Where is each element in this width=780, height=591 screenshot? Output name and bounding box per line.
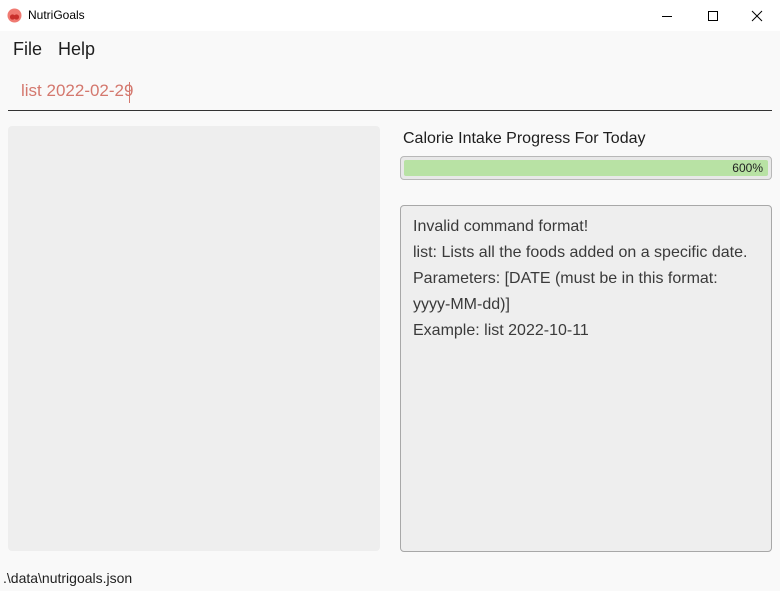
command-input[interactable] xyxy=(8,72,772,110)
food-list-panel[interactable] xyxy=(8,126,380,551)
result-display[interactable]: Invalid command format! list: Lists all … xyxy=(400,205,772,552)
title-bar: NutriGoals xyxy=(0,0,780,31)
minimize-icon xyxy=(662,15,672,17)
close-button[interactable] xyxy=(734,0,780,31)
close-icon xyxy=(751,10,763,21)
result-line: list: Lists all the foods added on a spe… xyxy=(413,244,748,261)
result-line: Invalid command format! xyxy=(413,218,589,235)
window-title: NutriGoals xyxy=(28,8,85,22)
minimize-button[interactable] xyxy=(644,0,690,31)
command-box xyxy=(8,72,772,111)
result-line: Parameters: [DATE (must be in this forma… xyxy=(413,270,718,287)
maximize-button[interactable] xyxy=(690,0,736,31)
menu-help[interactable]: Help xyxy=(58,39,95,60)
progress-fill xyxy=(404,160,768,176)
menu-file[interactable]: File xyxy=(13,39,42,60)
progress-percent: 600% xyxy=(732,161,763,175)
result-line: Example: list 2022-10-11 xyxy=(413,322,589,339)
progress-title: Calorie Intake Progress For Today xyxy=(403,130,646,147)
menu-bar: File Help xyxy=(0,31,780,67)
status-bar-path: .\data\nutrigoals.json xyxy=(3,570,133,586)
calorie-progress-bar: 600% xyxy=(400,156,772,180)
text-caret xyxy=(129,82,130,103)
result-line: yyyy-MM-dd)] xyxy=(413,296,510,313)
app-logo-icon xyxy=(7,8,22,23)
maximize-icon xyxy=(708,10,718,21)
